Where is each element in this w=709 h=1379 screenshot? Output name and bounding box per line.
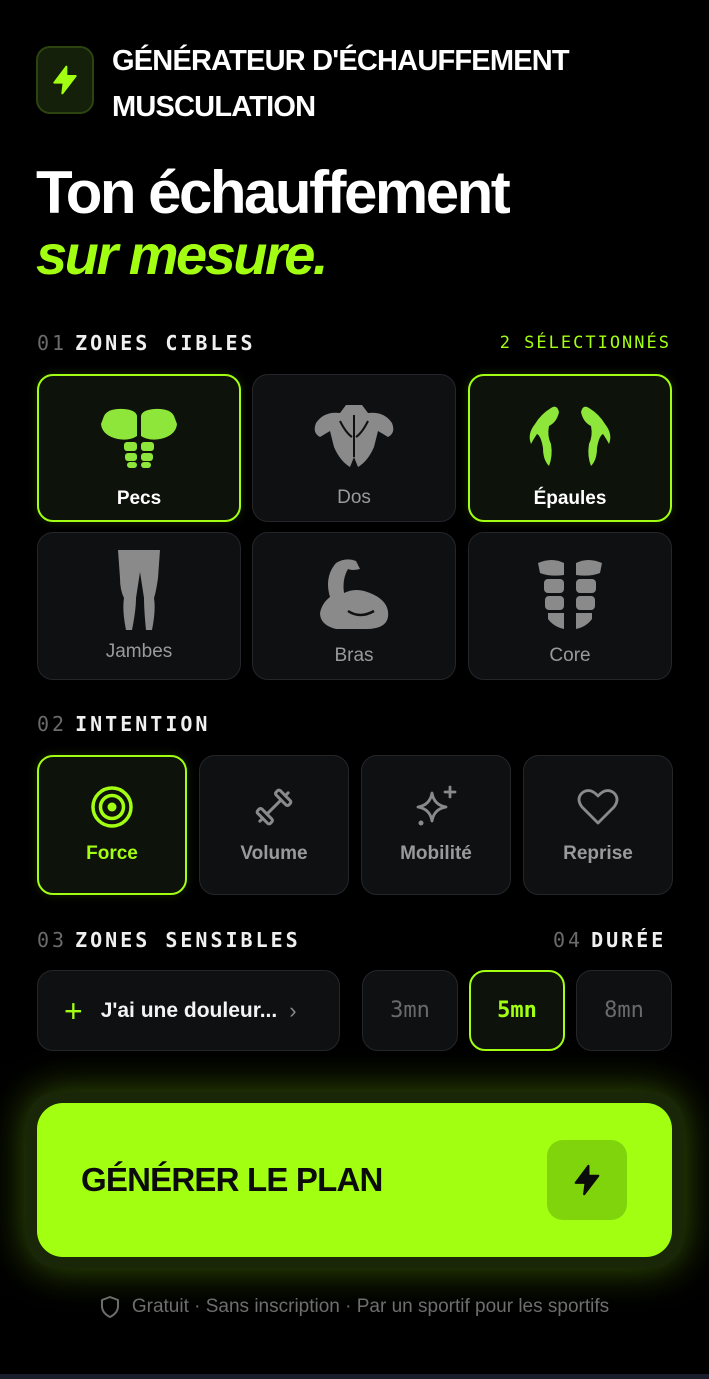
chest-muscle-icon xyxy=(101,408,177,468)
back-muscle-icon xyxy=(314,405,394,467)
intention-label: Force xyxy=(86,843,138,864)
zone-card-pecs[interactable]: Pecs xyxy=(37,374,241,522)
generate-icon-box xyxy=(547,1140,627,1220)
legs-muscle-icon xyxy=(118,550,160,630)
intention-label: Mobilité xyxy=(400,843,472,864)
add-pain-button[interactable]: + J'ai une douleur... › xyxy=(37,970,340,1051)
zone-label: Bras xyxy=(334,645,374,666)
section-duration-label: 04 DURÉE xyxy=(553,928,667,952)
footer-text: Gratuit · Sans inscription · Par un spor… xyxy=(131,1296,610,1317)
bicep-icon xyxy=(320,559,389,629)
hero-title: Ton échauffement xyxy=(36,159,511,226)
intention-force[interactable]: Force xyxy=(37,755,187,895)
duration-3mn[interactable]: 3mn xyxy=(362,970,458,1051)
intention-label: Reprise xyxy=(563,843,633,864)
zone-label: Épaules xyxy=(533,488,607,509)
bottom-bar xyxy=(0,1374,709,1379)
generate-label: GÉNÉRER LE PLAN xyxy=(81,1161,383,1198)
generate-plan-button[interactable]: GÉNÉRER LE PLAN xyxy=(37,1103,672,1257)
bolt-icon xyxy=(53,65,77,95)
selected-count: 2 SÉLECTIONNÉS xyxy=(499,333,671,353)
dumbbell-icon xyxy=(255,788,293,826)
zone-label: Pecs xyxy=(116,488,162,509)
duration-8mn[interactable]: 8mn xyxy=(576,970,672,1051)
sparkle-icon xyxy=(416,785,457,826)
shoulder-muscle-icon xyxy=(529,406,611,466)
zone-card-core[interactable]: Core xyxy=(468,532,672,680)
plus-icon: + xyxy=(64,992,83,1029)
intention-volume[interactable]: Volume xyxy=(199,755,349,895)
zone-card-bras[interactable]: Bras xyxy=(252,532,456,680)
duration-5mn[interactable]: 5mn xyxy=(469,970,565,1051)
footer: Gratuit · Sans inscription · Par un spor… xyxy=(0,1296,709,1318)
intention-label: Volume xyxy=(240,843,308,864)
section-zones-label: 01 ZONES CIBLES xyxy=(37,331,256,355)
zone-label: Jambes xyxy=(105,641,173,662)
add-pain-label: J'ai une douleur... xyxy=(100,998,278,1022)
app-logo xyxy=(36,46,94,114)
abs-icon xyxy=(538,560,602,629)
zone-card-dos[interactable]: Dos xyxy=(252,374,456,522)
bolt-icon xyxy=(574,1164,600,1196)
hero-subtitle: sur mesure. xyxy=(36,223,329,286)
section-sensitive-label: 03 ZONES SENSIBLES xyxy=(37,928,301,952)
zone-label: Core xyxy=(549,645,591,666)
chevron-right-icon: › xyxy=(289,997,297,1023)
heart-icon xyxy=(577,789,619,825)
section-intention-label: 02 INTENTION xyxy=(37,712,211,736)
zone-card-epaules[interactable]: Épaules xyxy=(468,374,672,522)
app-title: GÉNÉRATEUR D'ÉCHAUFFEMENT MUSCULATION xyxy=(112,45,570,123)
target-icon xyxy=(91,786,133,828)
zone-card-jambes[interactable]: Jambes xyxy=(37,532,241,680)
zone-label: Dos xyxy=(337,487,371,508)
shield-icon xyxy=(100,1296,119,1318)
intention-reprise[interactable]: Reprise xyxy=(523,755,673,895)
intention-mobilite[interactable]: Mobilité xyxy=(361,755,511,895)
